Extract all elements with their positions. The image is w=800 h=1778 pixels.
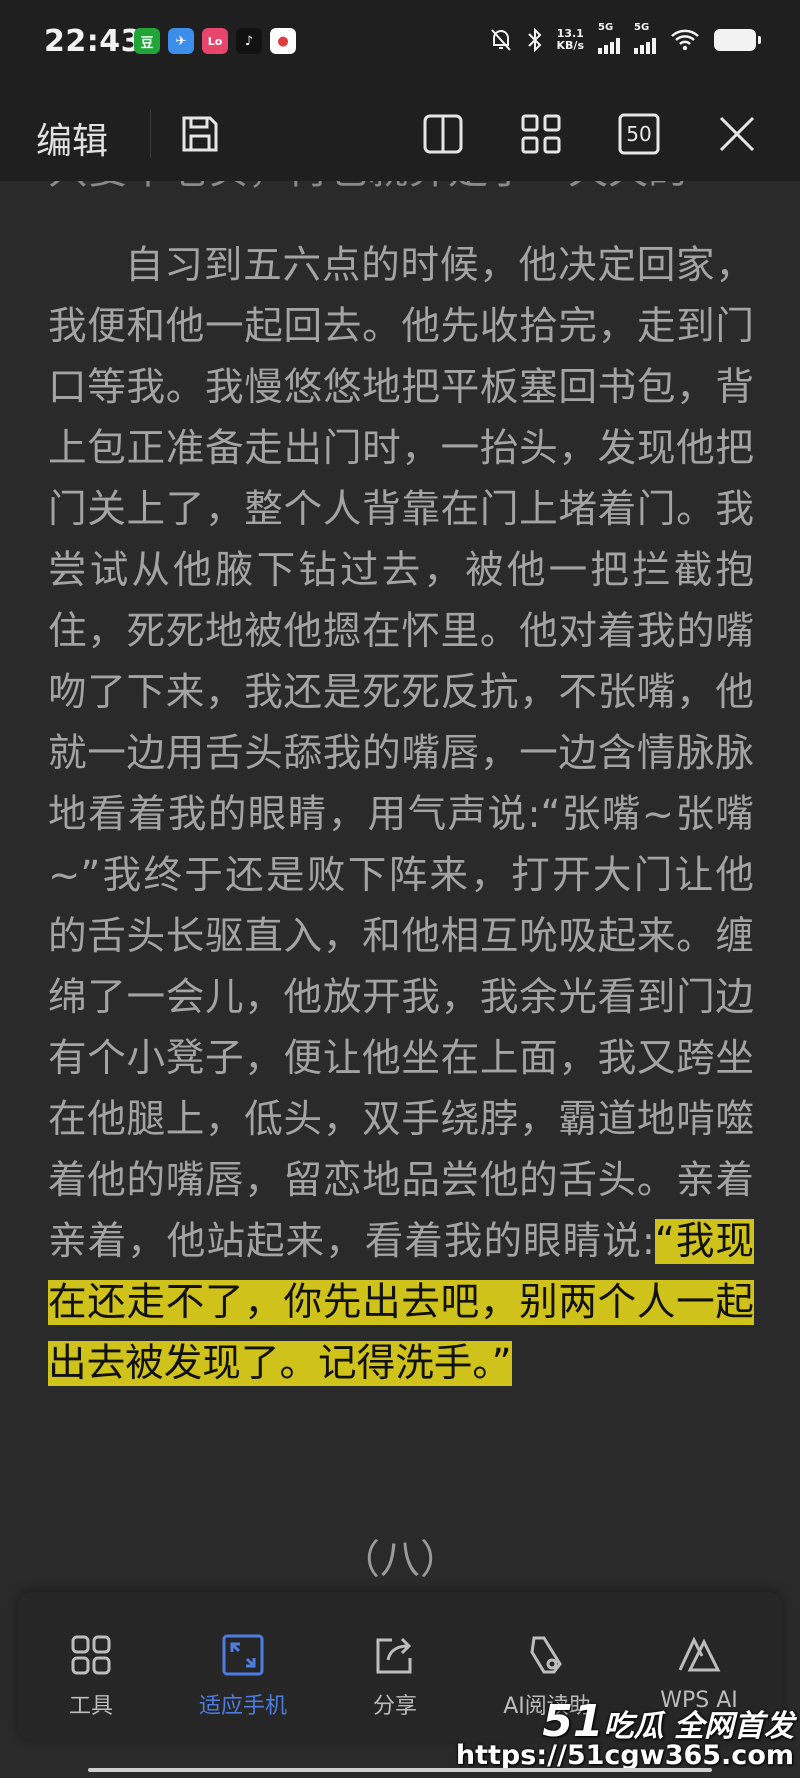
douban-app-icon: 豆 bbox=[134, 28, 160, 54]
wifi-icon bbox=[671, 29, 699, 51]
share-icon bbox=[376, 1637, 412, 1674]
chapter-heading: （八） bbox=[340, 1537, 460, 1583]
ai-assistant-icon bbox=[530, 1636, 562, 1674]
network-speed: 13.1 KB/s bbox=[556, 27, 584, 52]
lofter-app-icon: Lo bbox=[202, 28, 228, 54]
home-indicator[interactable] bbox=[88, 1768, 712, 1772]
tools-label: 工具 bbox=[68, 1694, 113, 1719]
bluetooth-icon bbox=[527, 27, 541, 53]
page-count-label: 50 bbox=[626, 122, 652, 146]
system-icons: 13.1 KB/s 5G 5G bbox=[489, 22, 761, 54]
split-view-icon bbox=[423, 114, 463, 154]
previous-text-line: 只要不老实，再也就算是了一天天的 bbox=[48, 181, 688, 195]
body-paragraph: 自习到五六点的时候，他决定回家，我便和他一起回去。他先收拾完，走到门口等我。我慢… bbox=[48, 235, 754, 1394]
reader-toolbar: 编辑 50 bbox=[0, 86, 800, 181]
status-bar: 22:43 豆 ✈ Lo ♪ ● 13.1 KB/s 5G 5G bbox=[0, 0, 800, 86]
grid-view-button[interactable] bbox=[511, 104, 571, 164]
close-icon bbox=[719, 116, 755, 152]
close-button[interactable] bbox=[707, 104, 767, 164]
grid-icon bbox=[521, 114, 561, 154]
location-app-icon: ● bbox=[270, 28, 296, 54]
tiktok-app-icon: ♪ bbox=[236, 28, 262, 54]
fit-phone-button[interactable]: 适应手机 bbox=[173, 1632, 313, 1720]
notification-app-icons: 豆 ✈ Lo ♪ ● bbox=[134, 28, 296, 54]
save-icon bbox=[182, 116, 218, 152]
share-label: 分享 bbox=[372, 1694, 417, 1719]
split-view-button[interactable] bbox=[413, 104, 473, 164]
watermark-url: https://51cgw365.com bbox=[455, 1740, 794, 1771]
mute-bell-icon bbox=[490, 29, 511, 51]
toolbar-divider bbox=[150, 110, 151, 158]
edit-button[interactable]: 编辑 bbox=[36, 112, 108, 164]
wps-ai-icon bbox=[678, 1636, 721, 1672]
clock: 22:43 bbox=[44, 24, 142, 59]
signal-icon-sim2: 5G bbox=[634, 22, 656, 54]
fit-phone-label: 适应手机 bbox=[198, 1694, 287, 1719]
fit-screen-icon bbox=[222, 1634, 264, 1676]
page-count-button[interactable]: 50 bbox=[609, 104, 669, 164]
tools-icon bbox=[71, 1635, 111, 1675]
signal-icon-sim1: 5G bbox=[598, 22, 620, 54]
paragraph-text: 自习到五六点的时候，他决定回家，我便和他一起回去。他先收拾完，走到门口等我。我慢… bbox=[48, 243, 754, 1264]
save-button[interactable] bbox=[170, 104, 230, 164]
battery-icon bbox=[714, 29, 761, 51]
document-content[interactable]: 只要不老实，再也就算是了一天天的 自习到五六点的时候，他决定回家，我便和他一起回… bbox=[0, 181, 800, 1611]
tools-button[interactable]: 工具 bbox=[21, 1632, 161, 1720]
share-button[interactable]: 分享 bbox=[325, 1632, 465, 1720]
maps-app-icon: ✈ bbox=[168, 28, 194, 54]
